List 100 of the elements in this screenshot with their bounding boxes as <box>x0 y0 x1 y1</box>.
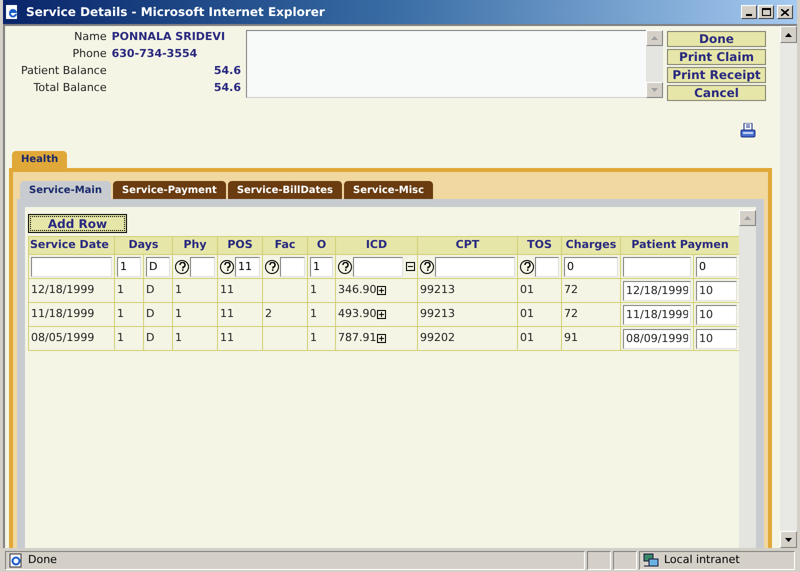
expand-icon[interactable] <box>376 286 386 295</box>
status-pane <box>587 550 611 570</box>
table-cell: D <box>146 307 154 320</box>
tab[interactable]: Service-Payment <box>112 181 226 199</box>
page-icon <box>9 552 23 568</box>
table-cell: 72 <box>564 307 578 320</box>
table-cell: 01 <box>520 307 534 320</box>
down-arrow-icon[interactable] <box>785 538 792 542</box>
field-label: Phone <box>72 47 107 61</box>
field-value: PONNALA SRIDEVI <box>112 30 226 44</box>
action-button[interactable]: Print Claim <box>667 49 766 65</box>
table-cell: 11 <box>220 307 234 320</box>
collapse-icon[interactable] <box>406 262 415 271</box>
input-field[interactable] <box>280 256 305 276</box>
expand-icon[interactable] <box>376 310 386 319</box>
notes-field[interactable] <box>246 30 646 98</box>
tab[interactable]: Service-BillDates <box>228 181 342 199</box>
table-cell-text: 787.91 <box>338 330 376 346</box>
table-cell: 2 <box>265 307 272 320</box>
help-icon[interactable] <box>420 260 434 274</box>
column-header: Days <box>114 236 172 254</box>
column-header: Phy <box>172 236 218 254</box>
input-field[interactable]: 11 <box>235 256 260 276</box>
column-header: TOS <box>518 236 562 254</box>
input-field[interactable]: 10 <box>696 304 737 324</box>
table-cell: 1 <box>175 283 182 296</box>
table-cell: 01 <box>520 283 534 296</box>
help-icon[interactable] <box>265 260 279 274</box>
up-arrow-icon[interactable] <box>785 32 792 36</box>
input-field[interactable]: 10 <box>696 328 737 348</box>
column-header: Fac <box>262 236 308 254</box>
window-title: Service Details - Microsoft Internet Explorer <box>26 4 326 21</box>
table-cell: 11 <box>220 331 234 344</box>
tab[interactable]: Service-Main <box>20 181 111 199</box>
status-pane <box>613 550 637 570</box>
table-cell: 72 <box>564 283 578 296</box>
column-header: Patient Paymen <box>620 236 740 254</box>
tab[interactable]: Health <box>12 151 68 168</box>
add-row-button[interactable]: Add Row <box>28 214 127 233</box>
input-field[interactable]: D <box>146 256 170 276</box>
field-label: Name <box>73 30 107 44</box>
input-field[interactable]: 1 <box>117 256 141 276</box>
scrollbar[interactable] <box>780 26 797 548</box>
table-cell: 08/05/1999 <box>31 331 94 344</box>
status-text: Done <box>28 552 57 568</box>
action-button[interactable]: Cancel <box>667 85 766 101</box>
field-value: 630-734-3554 <box>112 47 198 61</box>
table-cell: 1 <box>175 307 182 320</box>
help-icon[interactable] <box>520 260 534 274</box>
scrollbar[interactable] <box>739 210 756 548</box>
printer-icon[interactable] <box>740 123 756 138</box>
input-field[interactable] <box>190 256 215 276</box>
tab[interactable]: Service-Misc <box>344 181 433 199</box>
table-cell: 1 <box>117 307 124 320</box>
input-field[interactable]: 0 <box>564 256 618 276</box>
input-field[interactable]: 10 <box>696 280 737 300</box>
input-field[interactable] <box>435 256 515 276</box>
table-cell: 91 <box>564 331 578 344</box>
field-label: Total Balance <box>32 81 107 95</box>
table-cell: 1 <box>175 331 182 344</box>
input-field[interactable]: 1 <box>310 256 333 276</box>
table-cell: 11 <box>220 283 234 296</box>
table-cell-text: 493.90 <box>338 306 376 322</box>
field-value: 54.6 <box>212 81 241 95</box>
help-icon[interactable] <box>338 260 352 274</box>
action-button[interactable]: Print Receipt <box>667 67 766 83</box>
input-field[interactable] <box>535 256 559 276</box>
field-label: Patient Balance <box>20 64 107 78</box>
close-button[interactable] <box>777 5 793 19</box>
table-cell-text: 346.90 <box>338 282 376 298</box>
table-cell: 11/18/1999 <box>31 307 94 320</box>
help-icon[interactable] <box>175 260 189 274</box>
table-cell: 1 <box>310 307 317 320</box>
minimize-button[interactable] <box>741 5 757 19</box>
maximize-button[interactable] <box>758 5 774 19</box>
network-icon <box>643 552 659 568</box>
table-cell: 12/18/1999 <box>31 283 94 296</box>
table-cell: 1 <box>310 283 317 296</box>
column-header: POS <box>218 236 262 254</box>
close-icon <box>781 8 789 16</box>
input-field[interactable] <box>353 256 403 276</box>
zone-text: Local intranet <box>664 552 740 568</box>
action-button[interactable]: Done <box>667 31 766 47</box>
table-cell: 1 <box>310 331 317 344</box>
input-field[interactable] <box>31 256 112 276</box>
column-header: ICD <box>336 236 418 254</box>
table-cell: 01 <box>520 331 534 344</box>
help-icon[interactable] <box>220 260 234 274</box>
table-cell: D <box>146 331 154 344</box>
input-field[interactable] <box>623 256 691 276</box>
table-cell: D <box>146 283 154 296</box>
column-header: Service Date <box>28 236 114 254</box>
table-cell: 99202 <box>420 331 455 344</box>
column-header: Charges <box>562 236 620 254</box>
table-cell: 99213 <box>420 307 455 320</box>
table-cell: 1 <box>117 331 124 344</box>
column-header: CPT <box>418 236 518 254</box>
input-field[interactable]: 0 <box>696 256 737 276</box>
expand-icon[interactable] <box>376 334 386 343</box>
table-cell: 1 <box>117 283 124 296</box>
